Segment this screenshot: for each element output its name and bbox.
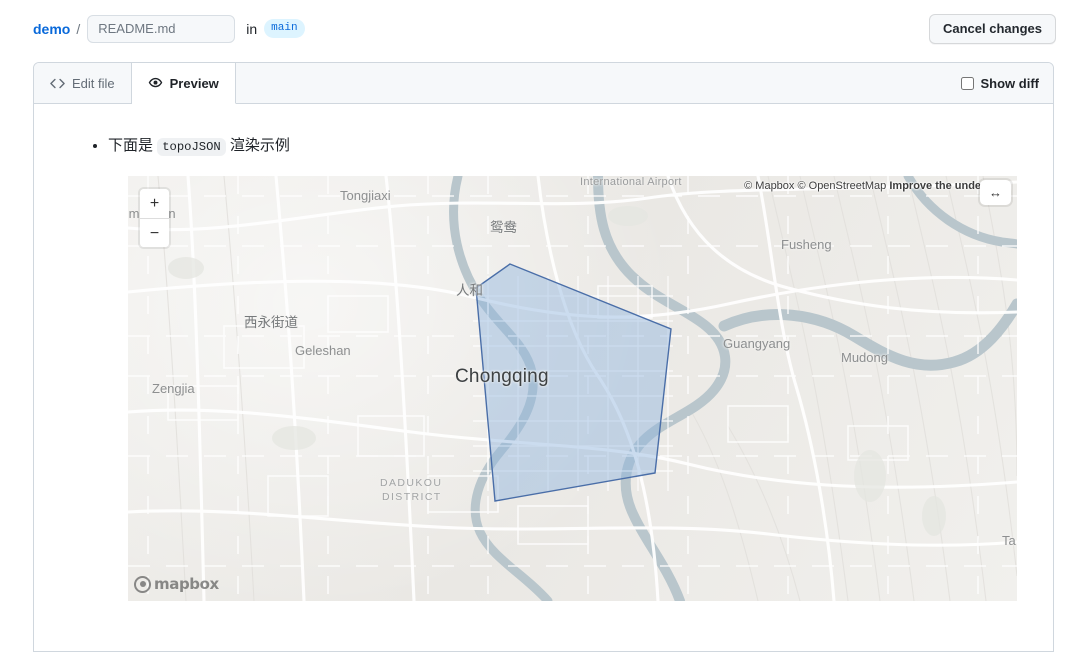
page-header: demo / in main Cancel changes — [0, 0, 1080, 57]
zoom-in-button[interactable]: + — [140, 189, 169, 218]
filename-input[interactable] — [87, 14, 236, 43]
map-container[interactable]: International Airport Tongjiaxi Jinmugua… — [128, 176, 1017, 601]
branch-badge: main — [264, 18, 305, 39]
show-diff-label: Show diff — [980, 75, 1040, 91]
cancel-changes-button[interactable]: Cancel changes — [929, 13, 1056, 44]
editor-panel: Edit file Preview Show diff 下面是 topoJSON… — [33, 62, 1054, 652]
map-resize-button[interactable]: ↔ — [980, 180, 1011, 205]
bullet-text-prefix: 下面是 — [108, 137, 154, 154]
mapbox-mark-icon — [134, 575, 151, 593]
map-attribution: © Mapbox © OpenStreetMap Improve the und… — [744, 180, 1011, 192]
markdown-preview-body: 下面是 topoJSON 渲染示例 — [34, 104, 1053, 652]
code-icon — [50, 76, 65, 91]
list-item: 下面是 topoJSON 渲染示例 — [108, 134, 1031, 158]
attribution-providers: © Mapbox © OpenStreetMap — [744, 180, 887, 192]
show-diff-toggle[interactable]: Show diff — [960, 63, 1040, 103]
map-zoom-controls[interactable]: + − — [140, 189, 169, 247]
show-diff-checkbox[interactable] — [960, 76, 974, 90]
markdown-list: 下面是 topoJSON 渲染示例 — [56, 134, 1031, 158]
topojson-polygon — [475, 263, 672, 502]
tab-bar: Edit file Preview Show diff — [34, 63, 1053, 104]
zoom-out-button[interactable]: − — [140, 218, 169, 247]
inline-code: topoJSON — [157, 138, 226, 156]
tab-preview[interactable]: Preview — [131, 63, 236, 104]
tab-edit-file[interactable]: Edit file — [34, 63, 132, 103]
map-vector-layer — [128, 176, 1017, 601]
in-label: in — [246, 20, 258, 37]
bullet-text-suffix: 渲染示例 — [229, 137, 290, 154]
mapbox-wordmark: mapbox — [154, 575, 219, 593]
repo-link[interactable]: demo — [33, 21, 70, 37]
eye-icon — [148, 76, 163, 91]
breadcrumb-separator: / — [76, 20, 81, 37]
tab-edit-file-label: Edit file — [72, 75, 115, 91]
tab-preview-label: Preview — [169, 75, 219, 91]
mapbox-logo[interactable]: mapbox — [134, 575, 219, 593]
